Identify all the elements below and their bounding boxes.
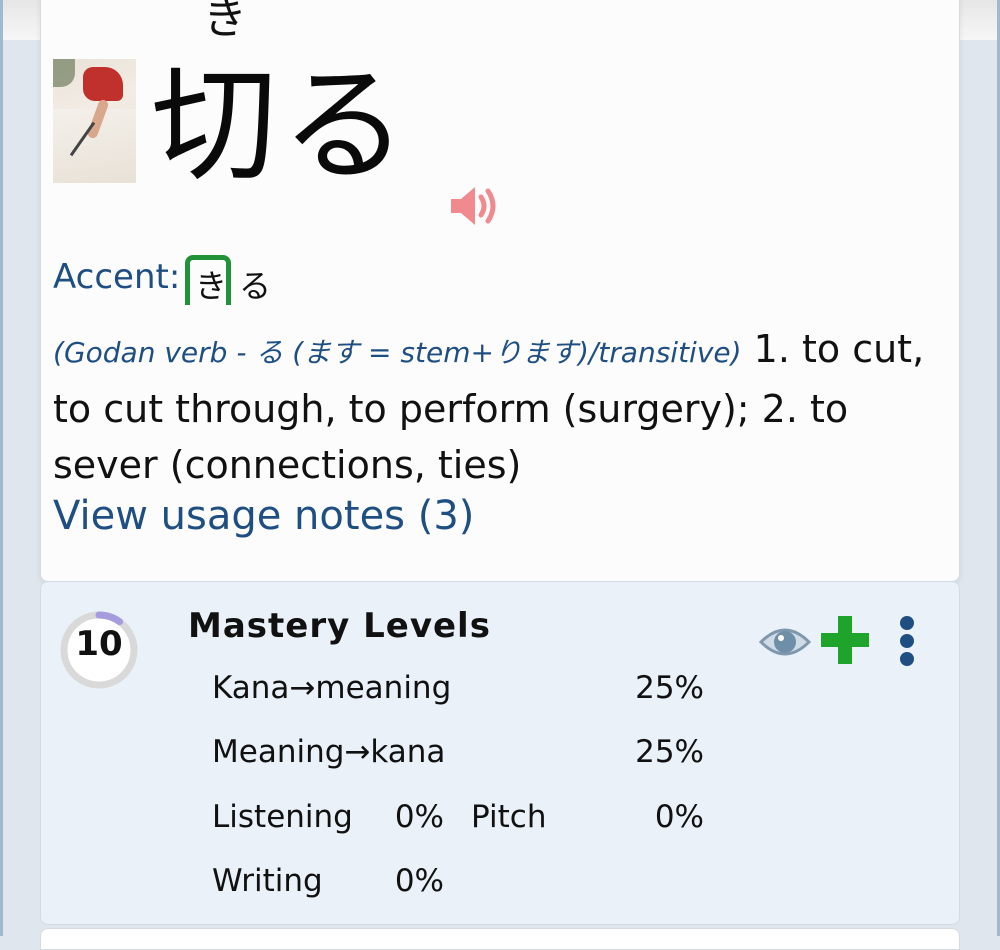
- more-options-icon[interactable]: [897, 616, 917, 666]
- definition-text: (Godan verb - る (ます = stem+ります)/transiti…: [53, 321, 933, 493]
- pitch-label: Pitch: [471, 799, 547, 835]
- listening-value: 0%: [394, 799, 444, 835]
- writing-value: 0%: [394, 863, 444, 899]
- pos-close-paren: ): [730, 336, 742, 369]
- speaker-icon[interactable]: [449, 183, 501, 229]
- next-card-edge: [40, 928, 960, 950]
- listening-label: Listening: [212, 799, 353, 835]
- pos-text: Godan verb - る (ます = stem+ります)/transitiv…: [63, 336, 731, 369]
- view-usage-notes-link[interactable]: View usage notes (3): [53, 493, 474, 539]
- more-dot: [900, 652, 914, 666]
- eye-icon[interactable]: [759, 620, 811, 664]
- add-plus-icon[interactable]: [819, 614, 871, 666]
- pos-open-paren: (: [53, 336, 64, 369]
- writing-label: Writing: [212, 863, 323, 899]
- accent-high-mora: き: [195, 267, 228, 305]
- mastery-level-number: 10: [75, 624, 123, 664]
- meaning-kana-value: 25%: [635, 734, 704, 770]
- thumbnail-sleeve: [83, 67, 123, 101]
- pitch-value: 0%: [654, 799, 704, 835]
- meaning-kana-label: Meaning→kana: [212, 734, 446, 770]
- mastery-title: Mastery Levels: [188, 606, 491, 646]
- word-thumbnail-image[interactable]: [53, 59, 136, 183]
- accent-row: Accent: き る: [53, 255, 271, 307]
- kana-meaning-label: Kana→meaning: [212, 670, 452, 706]
- furigana-reading: き: [203, 0, 247, 44]
- word-card: き 切る Accent: き る (Godan verb - る (ます = s…: [40, 0, 960, 582]
- mastery-card: 10 Mastery Levels Kana→meaning 25% Meani…: [40, 581, 960, 925]
- kana-meaning-value: 25%: [635, 670, 704, 706]
- more-dot: [900, 616, 914, 630]
- thumbnail-plant: [53, 59, 75, 87]
- accent-low-mora: る: [239, 267, 272, 305]
- more-dot: [900, 634, 914, 648]
- part-of-speech: (Godan verb - る (ます = stem+ります)/transiti…: [53, 336, 742, 369]
- page-border-left: [0, 0, 3, 936]
- headword: 切る: [151, 52, 411, 199]
- accent-label: Accent:: [53, 257, 181, 297]
